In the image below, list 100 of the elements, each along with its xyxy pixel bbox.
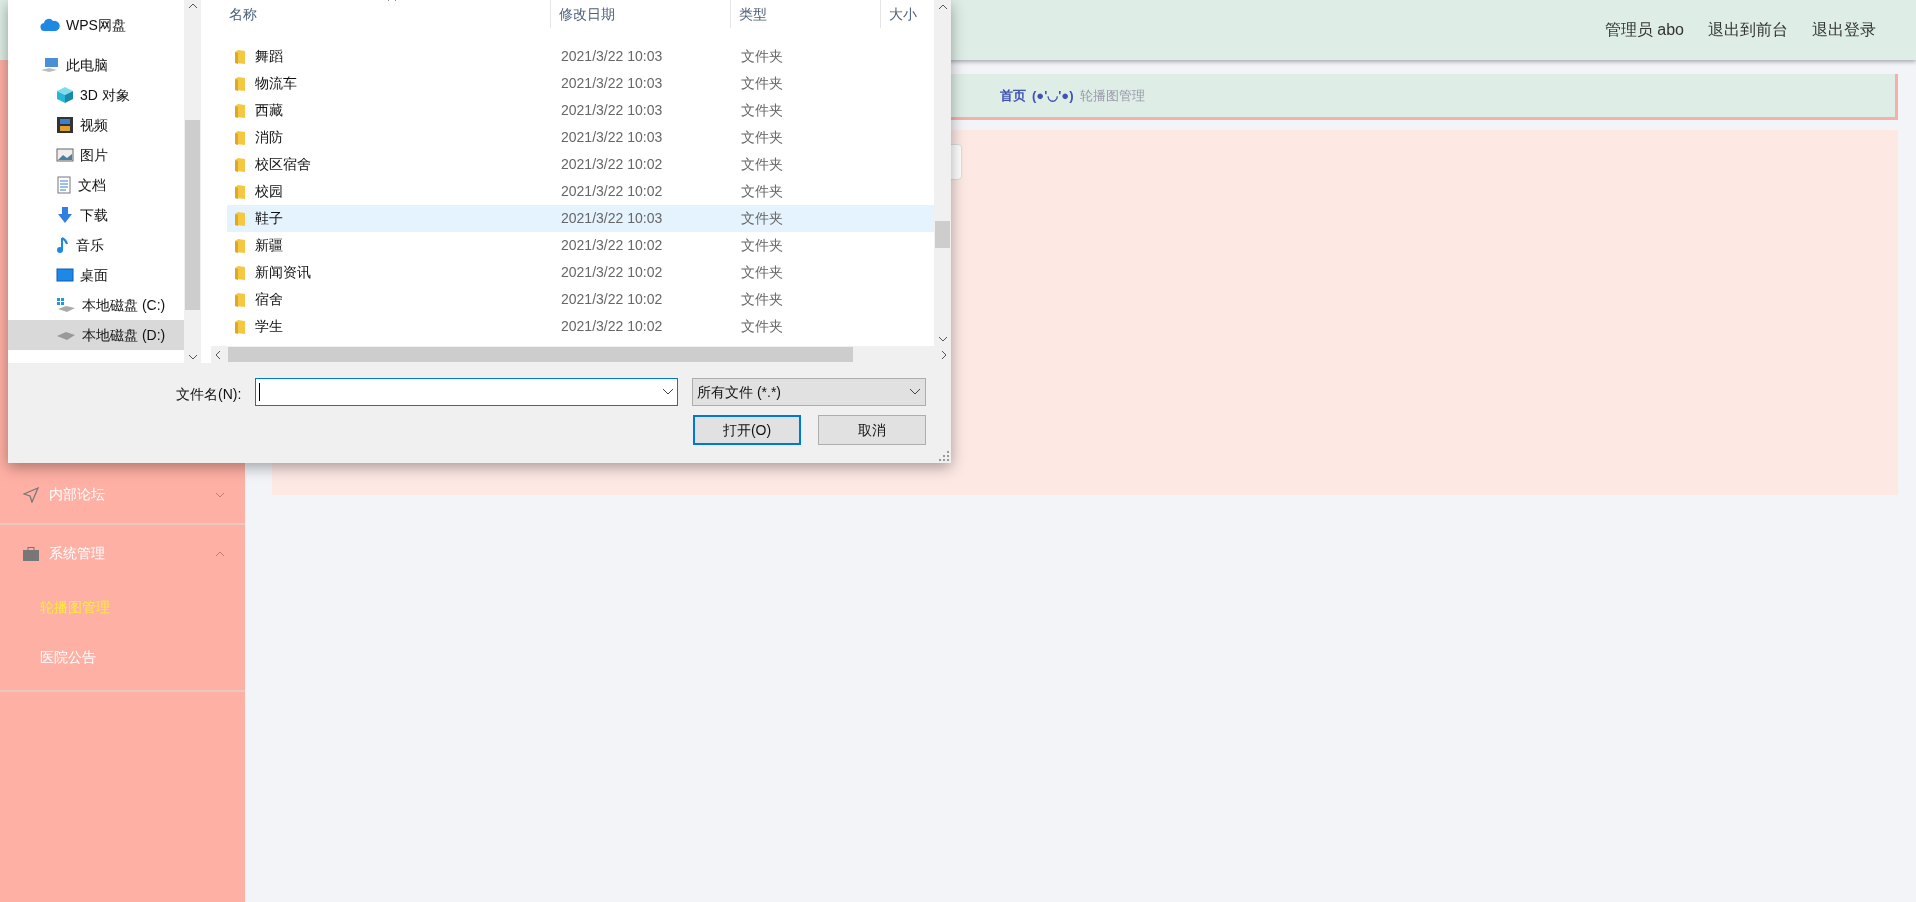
modified-date: 2021/3/22 10:02 xyxy=(560,290,664,309)
file-type: 文件夹 xyxy=(740,128,784,147)
scroll-down-icon[interactable] xyxy=(187,353,198,361)
breadcrumb-current: 轮播图管理 xyxy=(1079,86,1145,105)
scroll-left-icon[interactable] xyxy=(214,349,222,360)
nav-item[interactable]: 本地磁盘 (D:) xyxy=(8,320,184,350)
filename-label: 文件名(N): xyxy=(176,384,242,404)
desktop-icon xyxy=(56,268,74,282)
file-type: 文件夹 xyxy=(740,290,784,309)
folder-icon xyxy=(235,265,245,280)
column-header[interactable]: 大小 xyxy=(881,0,921,28)
nav-item[interactable]: 视频 xyxy=(8,110,184,140)
modified-date: 2021/3/22 10:03 xyxy=(560,101,664,120)
nav-item[interactable]: WPS网盘 xyxy=(8,10,184,40)
file-name: 新闻资讯 xyxy=(255,263,311,282)
file-type: 文件夹 xyxy=(740,317,784,336)
scroll-up-icon[interactable] xyxy=(937,3,948,11)
file-name: 物流车 xyxy=(255,74,297,93)
folder-icon xyxy=(235,130,245,145)
dropdown-caret-icon xyxy=(909,388,921,396)
document-icon xyxy=(56,176,72,194)
scrollbar[interactable] xyxy=(934,0,951,346)
download-icon xyxy=(56,206,74,224)
file-row[interactable]: 消防 2021/3/22 10:03 文件夹 xyxy=(227,124,934,151)
modified-date: 2021/3/22 10:03 xyxy=(560,209,664,228)
folder-icon xyxy=(235,319,245,334)
nav-item[interactable]: 3D 对象 xyxy=(8,80,184,110)
file-row[interactable]: 新闻资讯 2021/3/22 10:02 文件夹 xyxy=(227,259,934,286)
scrollbar[interactable] xyxy=(184,0,201,363)
nav-item[interactable]: 图片 xyxy=(8,140,184,170)
folder-icon xyxy=(235,211,245,226)
file-name: 宿舍 xyxy=(255,290,283,309)
filename-field[interactable] xyxy=(255,378,678,406)
folder-icon xyxy=(235,49,245,64)
dropdown-caret-icon xyxy=(662,388,674,396)
modified-date: 2021/3/22 10:02 xyxy=(560,263,664,282)
folder-icon xyxy=(235,292,245,307)
modified-date: 2021/3/22 10:03 xyxy=(560,128,664,147)
scrollbar-thumb[interactable] xyxy=(228,347,853,362)
horizontal-scrollbar[interactable] xyxy=(211,346,951,363)
file-name: 校园 xyxy=(255,182,283,201)
scrollbar-thumb[interactable] xyxy=(935,221,950,248)
file-row[interactable]: 学生 2021/3/22 10:02 文件夹 xyxy=(227,313,934,340)
file-type: 文件夹 xyxy=(740,236,784,255)
file-type: 文件夹 xyxy=(740,74,784,93)
home-link[interactable]: 首页 xyxy=(1000,85,1026,106)
picture-icon xyxy=(56,147,74,163)
drive-icon xyxy=(56,329,76,341)
text-cursor xyxy=(259,383,260,401)
drive-icon xyxy=(56,297,76,313)
resize-grip-icon[interactable] xyxy=(939,451,949,461)
film-icon xyxy=(56,116,74,134)
open-button[interactable]: 打开(O) xyxy=(693,415,801,445)
file-name: 西藏 xyxy=(255,101,283,120)
modified-date: 2021/3/22 10:03 xyxy=(560,74,664,93)
nav-item[interactable]: 桌面 xyxy=(8,260,184,290)
file-type: 文件夹 xyxy=(740,101,784,120)
folder-icon xyxy=(235,103,245,118)
file-row[interactable]: 鞋子 2021/3/22 10:03 文件夹 xyxy=(227,205,934,232)
file-row[interactable]: 校园 2021/3/22 10:02 文件夹 xyxy=(227,178,934,205)
scroll-up-icon[interactable] xyxy=(187,2,198,10)
nav-item[interactable]: 此电脑 xyxy=(8,50,184,80)
nav-link[interactable]: 退出到前台 xyxy=(1708,18,1788,42)
folder-icon xyxy=(235,184,245,199)
scrollbar-thumb[interactable] xyxy=(185,120,200,310)
modified-date: 2021/3/22 10:03 xyxy=(560,47,664,66)
file-type-dropdown[interactable]: 所有文件 (*.*) xyxy=(692,378,926,406)
folder-icon xyxy=(235,76,245,91)
file-row[interactable]: 宿舍 2021/3/22 10:02 文件夹 xyxy=(227,286,934,313)
file-row[interactable]: 新疆 2021/3/22 10:02 文件夹 xyxy=(227,232,934,259)
user-name: 管理员 abo xyxy=(1604,20,1684,40)
file-row[interactable]: 校区宿舍 2021/3/22 10:02 文件夹 xyxy=(227,151,934,178)
music-icon xyxy=(56,236,70,254)
scroll-down-icon[interactable] xyxy=(937,335,948,343)
nav-link[interactable]: 退出登录 xyxy=(1812,18,1876,42)
nav-item[interactable]: 文档 xyxy=(8,170,184,200)
modified-date: 2021/3/22 10:02 xyxy=(560,317,664,336)
cancel-button[interactable]: 取消 xyxy=(818,415,926,445)
column-header[interactable]: 修改日期 xyxy=(551,0,731,28)
file-row[interactable]: 物流车 2021/3/22 10:03 文件夹 xyxy=(227,70,934,97)
file-name: 新疆 xyxy=(255,236,283,255)
column-header[interactable]: 名称 xyxy=(221,0,551,28)
send-icon xyxy=(23,486,39,503)
file-type: 文件夹 xyxy=(740,263,784,282)
pc-icon xyxy=(40,57,60,73)
column-header[interactable]: 类型 xyxy=(731,0,881,28)
file-row[interactable]: 舞蹈 2021/3/22 10:03 文件夹 xyxy=(227,43,934,70)
file-row[interactable]: 西藏 2021/3/22 10:03 文件夹 xyxy=(227,97,934,124)
file-type: 文件夹 xyxy=(740,155,784,174)
file-name: 消防 xyxy=(255,128,283,147)
folder-icon xyxy=(235,238,245,253)
scroll-right-icon[interactable] xyxy=(940,349,948,360)
file-type: 文件夹 xyxy=(740,47,784,66)
file-type: 文件夹 xyxy=(740,182,784,201)
nav-item[interactable]: 本地磁盘 (C:) xyxy=(8,290,184,320)
modified-date: 2021/3/22 10:02 xyxy=(560,236,664,255)
nav-item[interactable]: 下载 xyxy=(8,200,184,230)
nav-item[interactable]: 音乐 xyxy=(8,230,184,260)
modified-date: 2021/3/22 10:02 xyxy=(560,155,664,174)
file-type: 文件夹 xyxy=(740,209,784,228)
